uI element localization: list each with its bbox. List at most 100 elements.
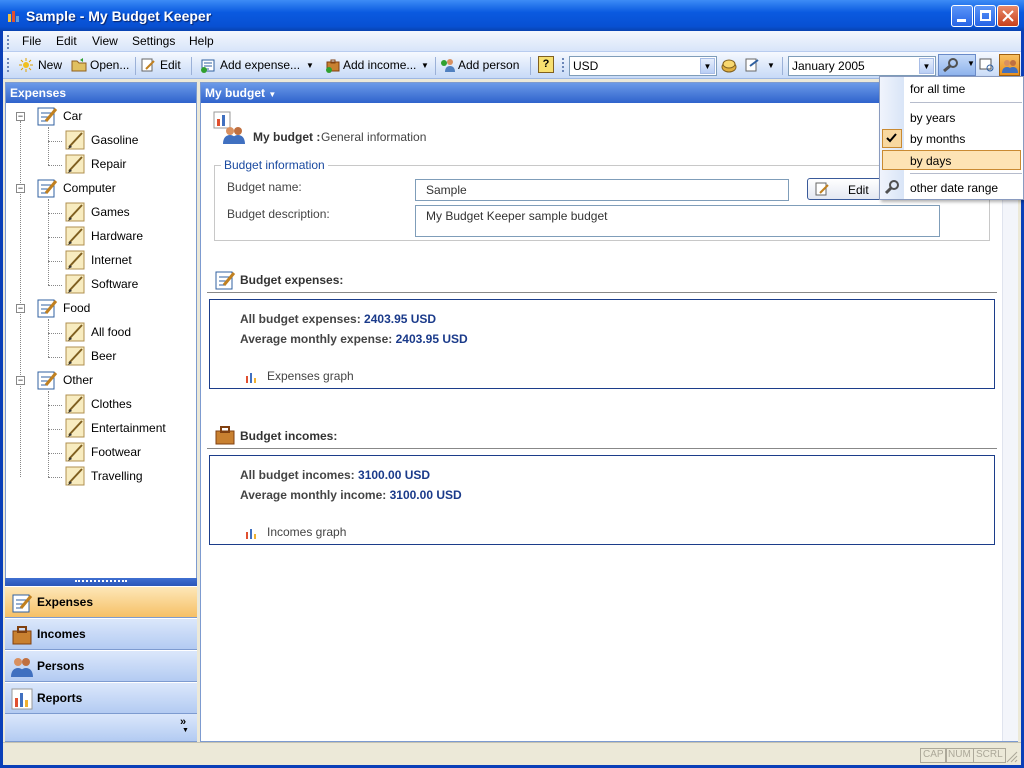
title-bar[interactable]: Sample - My Budget Keeper [0,0,1024,31]
menu-settings[interactable]: Settings [132,34,175,48]
tree-subcategory-beer[interactable]: Beer [91,349,116,363]
tree-connector [48,453,62,454]
help-button[interactable]: ? [538,56,554,73]
nav-persons-label: Persons [37,659,85,673]
budget-name-field[interactable]: Sample [415,179,789,201]
tree-subcategory-repair[interactable]: Repair [91,157,126,171]
nav-reports[interactable]: Reports [5,682,197,714]
budget-expenses-icon [215,271,236,290]
menu-help[interactable]: Help [189,34,214,48]
chevron-down-icon[interactable]: ▼ [919,58,934,74]
expenses-icon [12,594,33,613]
menu-item-by-years[interactable]: by years [880,108,1023,128]
new-button[interactable]: New [38,58,62,72]
search-period-icon [884,180,899,195]
period-value: January 2005 [792,59,865,73]
add-income-dropdown-arrow-icon[interactable]: ▼ [421,61,429,70]
budget-description-label: Budget description: [227,207,330,221]
tree-category-computer[interactable]: Computer [63,181,116,195]
coin-icon[interactable] [720,56,738,74]
tree-expander-icon[interactable]: − [16,112,25,121]
menu-separator [910,102,1022,103]
add-income-button[interactable]: Add income... [343,58,416,72]
expenses-graph-link[interactable]: Expenses graph [267,369,354,383]
budget-expenses-box: All budget expenses: 2403.95 USD Average… [209,299,995,389]
menu-item-by-days[interactable]: by days [882,150,1021,170]
menu-item-other-date-range[interactable]: other date range [880,178,1023,198]
resize-grip-icon[interactable] [1005,750,1018,763]
minimize-button[interactable] [951,5,973,27]
chevron-down-icon[interactable]: ▼ [700,58,715,74]
tree-subcategory-clothes[interactable]: Clothes [91,397,132,411]
edit-button[interactable]: Edit [160,58,181,72]
budget-information-group-label: Budget information [221,158,328,172]
nav-incomes[interactable]: Incomes [5,618,197,650]
menu-edit[interactable]: Edit [56,34,77,48]
toolbar-grip-icon [7,58,10,72]
tree-expander-icon[interactable]: − [16,376,25,385]
budget-selector-arrow-icon[interactable]: ▼ [268,90,276,99]
incomes-icon [12,626,32,645]
budget-incomes-header: Budget incomes: [240,429,338,443]
nav-expenses[interactable]: Expenses [5,586,197,618]
maximize-button[interactable] [974,5,996,27]
edit-button-label: Edit [848,183,869,197]
tree-category-other[interactable]: Other [63,373,93,387]
converter-dropdown-arrow-icon[interactable]: ▼ [767,61,775,70]
tree-subcategory-footwear[interactable]: Footwear [91,445,141,459]
subcategory-icon [65,394,85,414]
tree-category-food[interactable]: Food [63,301,90,315]
add-expense-button[interactable]: Add expense... [220,58,300,72]
budget-description-field[interactable]: My Budget Keeper sample budget [415,205,940,237]
persons-toggle-button[interactable] [999,54,1020,76]
tree-connector [48,333,62,334]
open-button[interactable]: Open... [90,58,129,72]
expenses-panel-header: Expenses [6,83,196,103]
tree-expander-icon[interactable]: − [16,184,25,193]
tree-subcategory-gasoline[interactable]: Gasoline [91,133,138,147]
budget-selector[interactable]: My budget [205,86,265,100]
tree-subcategory-games[interactable]: Games [91,205,130,219]
subcategory-icon [65,346,85,366]
add-person-button[interactable]: Add person [458,58,519,72]
tree-category-car[interactable]: Car [63,109,82,123]
checkmark-icon [882,129,902,148]
splitter-grip-icon [75,580,127,582]
currency-combo[interactable]: USD ▼ [569,56,717,76]
add-expense-dropdown-arrow-icon[interactable]: ▼ [306,61,314,70]
tree-connector [48,141,62,142]
toolbar-separator [435,57,436,75]
calendar-search-icon[interactable] [979,57,995,73]
panel-splitter[interactable] [5,578,197,586]
tree-subcategory-software[interactable]: Software [91,277,138,291]
tree-subcategory-hardware[interactable]: Hardware [91,229,143,243]
tree-subcategory-internet[interactable]: Internet [91,253,132,267]
tree-subcategory-travelling[interactable]: Travelling [91,469,143,483]
edit-budget-button[interactable]: Edit [807,178,887,200]
tree-expander-icon[interactable]: − [16,304,25,313]
menu-view[interactable]: View [92,34,118,48]
app-icon [8,11,19,22]
tree-connector [48,165,62,166]
avg-income-value: 3100.00 USD [389,488,462,502]
chart-icon [244,526,258,540]
menu-item-all-time[interactable]: for all time [880,79,1023,99]
converter-icon[interactable] [745,57,761,73]
incomes-graph-link[interactable]: Incomes graph [267,525,346,539]
nav-expenses-label: Expenses [37,595,94,609]
add-expense-icon [201,59,215,73]
chart-icon [244,370,258,384]
period-combo[interactable]: January 2005 ▼ [788,56,936,76]
tree-subcategory-entertainment[interactable]: Entertainment [91,421,166,435]
tree-connector [48,357,62,358]
add-income-icon [326,59,340,73]
currency-value: USD [573,59,599,73]
tree-subcategory-all-food[interactable]: All food [91,325,131,339]
close-button[interactable] [997,5,1019,27]
subcategory-icon [65,226,85,246]
nav-persons[interactable]: Persons [5,650,197,682]
period-mode-button[interactable]: ▼ [938,54,976,76]
divider [207,448,997,449]
nav-configure-arrow-icon[interactable]: ▼ [182,727,189,734]
menu-file[interactable]: File [22,34,41,48]
